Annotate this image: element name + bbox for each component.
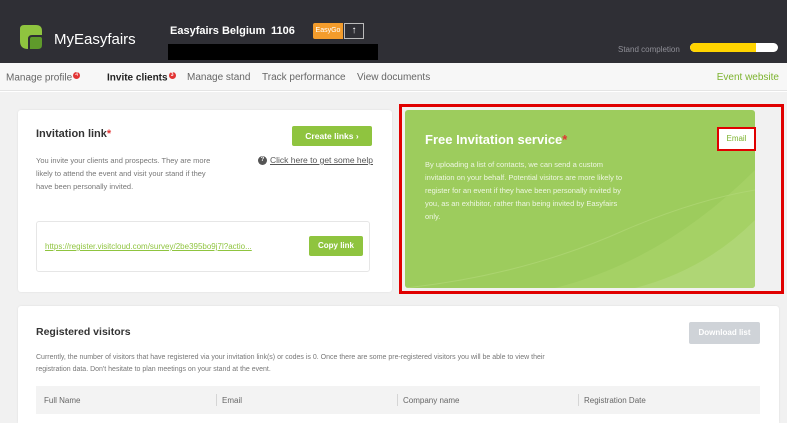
help-link[interactable]: ? Click here to get some help <box>258 155 373 166</box>
easyfairs-logo-icon[interactable] <box>18 23 44 51</box>
registered-visitors-card: Registered visitors Download list Curren… <box>18 306 779 423</box>
invitation-description: You invite your clients and prospects. T… <box>36 156 211 191</box>
notification-badge: 4 <box>73 72 81 79</box>
nav-invite-clients[interactable]: Invite clients 3 <box>107 72 176 83</box>
invitation-link-box: https://register.visitcloud.com/survey/2… <box>36 221 370 272</box>
notification-badge: 3 <box>168 72 176 79</box>
column-divider <box>216 394 217 406</box>
invitation-link-card: Invitation link* Create links › You invi… <box>18 110 392 292</box>
top-header: MyEasyfairs Easyfairs Belgium 1106 EasyG… <box>0 0 787 63</box>
app-name[interactable]: MyEasyfairs <box>54 31 136 48</box>
event-name: Easyfairs Belgium <box>170 25 266 37</box>
progress-fill <box>690 43 756 52</box>
registered-visitors-title: Registered visitors <box>36 326 131 338</box>
upgrade-arrow-icon[interactable]: ↑ <box>344 23 364 39</box>
copy-link-button[interactable]: Copy link <box>309 236 363 256</box>
column-registration-date[interactable]: Registration Date <box>584 396 646 405</box>
booth-number: 1106 <box>271 25 295 37</box>
nav-manage-stand[interactable]: Manage stand <box>187 72 250 83</box>
create-links-button[interactable]: Create links › <box>292 126 372 146</box>
main-nav: Manage profile 4 Invite clients 3 Manage s… <box>0 63 787 91</box>
stand-completion-progress <box>690 43 778 52</box>
invitation-link-title: Invitation link* <box>36 128 112 140</box>
invitation-url[interactable]: https://register.visitcloud.com/survey/2… <box>45 242 290 251</box>
nav-view-documents[interactable]: View documents <box>357 72 430 83</box>
stand-completion-label: Stand completion <box>618 45 680 54</box>
column-company-name[interactable]: Company name <box>403 396 459 405</box>
column-divider <box>578 394 579 406</box>
easygo-badge[interactable]: EasyGo <box>313 23 343 39</box>
registered-visitors-description: Currently, the number of visitors that h… <box>36 354 545 373</box>
download-list-button[interactable]: Download list <box>689 322 760 344</box>
nav-manage-profile[interactable]: Manage profile 4 <box>6 72 81 83</box>
visitors-table-header: Full Name Email Company name Registratio… <box>36 386 760 414</box>
column-full-name[interactable]: Full Name <box>44 396 80 405</box>
nav-track-performance[interactable]: Track performance <box>262 72 346 83</box>
email-button[interactable]: Email <box>717 127 756 151</box>
help-circle-icon: ? <box>258 156 267 166</box>
column-email[interactable]: Email <box>222 396 242 405</box>
event-website-link[interactable]: Event website <box>717 72 779 83</box>
redacted-bar <box>168 44 378 60</box>
column-divider <box>397 394 398 406</box>
